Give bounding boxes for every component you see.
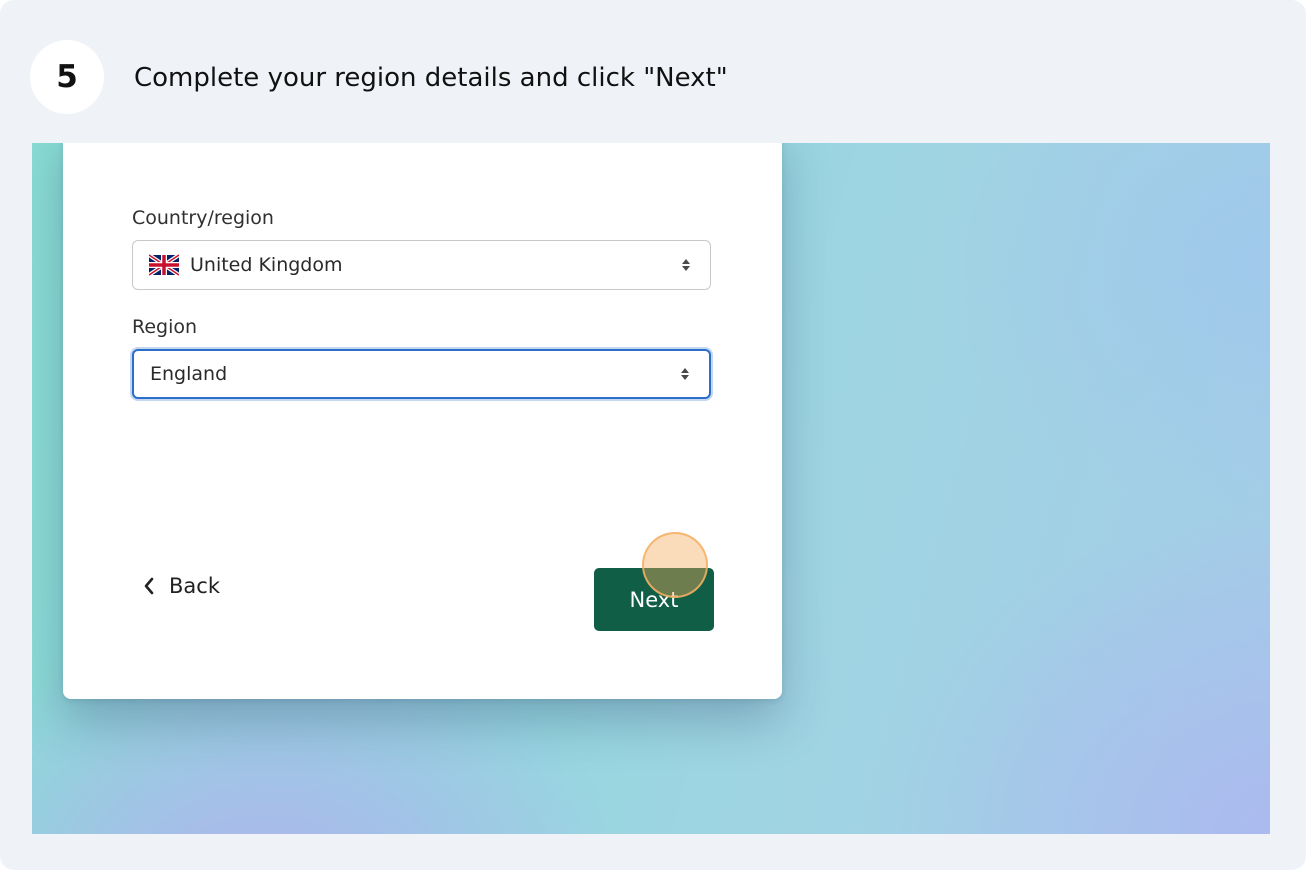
country-region-value: United Kingdom	[190, 254, 343, 276]
back-button-label: Back	[169, 574, 220, 598]
back-button[interactable]: Back	[143, 569, 220, 603]
tutorial-step-frame: 5 Complete your region details and click…	[0, 0, 1306, 870]
uk-flag-icon	[149, 254, 179, 276]
region-select[interactable]: England	[132, 349, 711, 399]
region-details-card: Country/region United Kingdom Region Eng…	[63, 143, 782, 699]
region-value: England	[150, 363, 228, 385]
select-arrows-icon	[682, 259, 690, 271]
chevron-left-icon	[144, 577, 154, 595]
country-region-select[interactable]: United Kingdom	[132, 240, 711, 290]
screenshot-area: Country/region United Kingdom Region Eng…	[32, 143, 1270, 834]
step-instruction-title: Complete your region details and click "…	[134, 63, 728, 93]
region-label: Region	[132, 316, 198, 338]
select-arrows-icon	[681, 368, 689, 380]
step-number-badge: 5	[30, 40, 104, 114]
next-button[interactable]: Next	[594, 568, 714, 631]
country-region-label: Country/region	[132, 207, 274, 229]
next-button-label: Next	[629, 587, 679, 612]
